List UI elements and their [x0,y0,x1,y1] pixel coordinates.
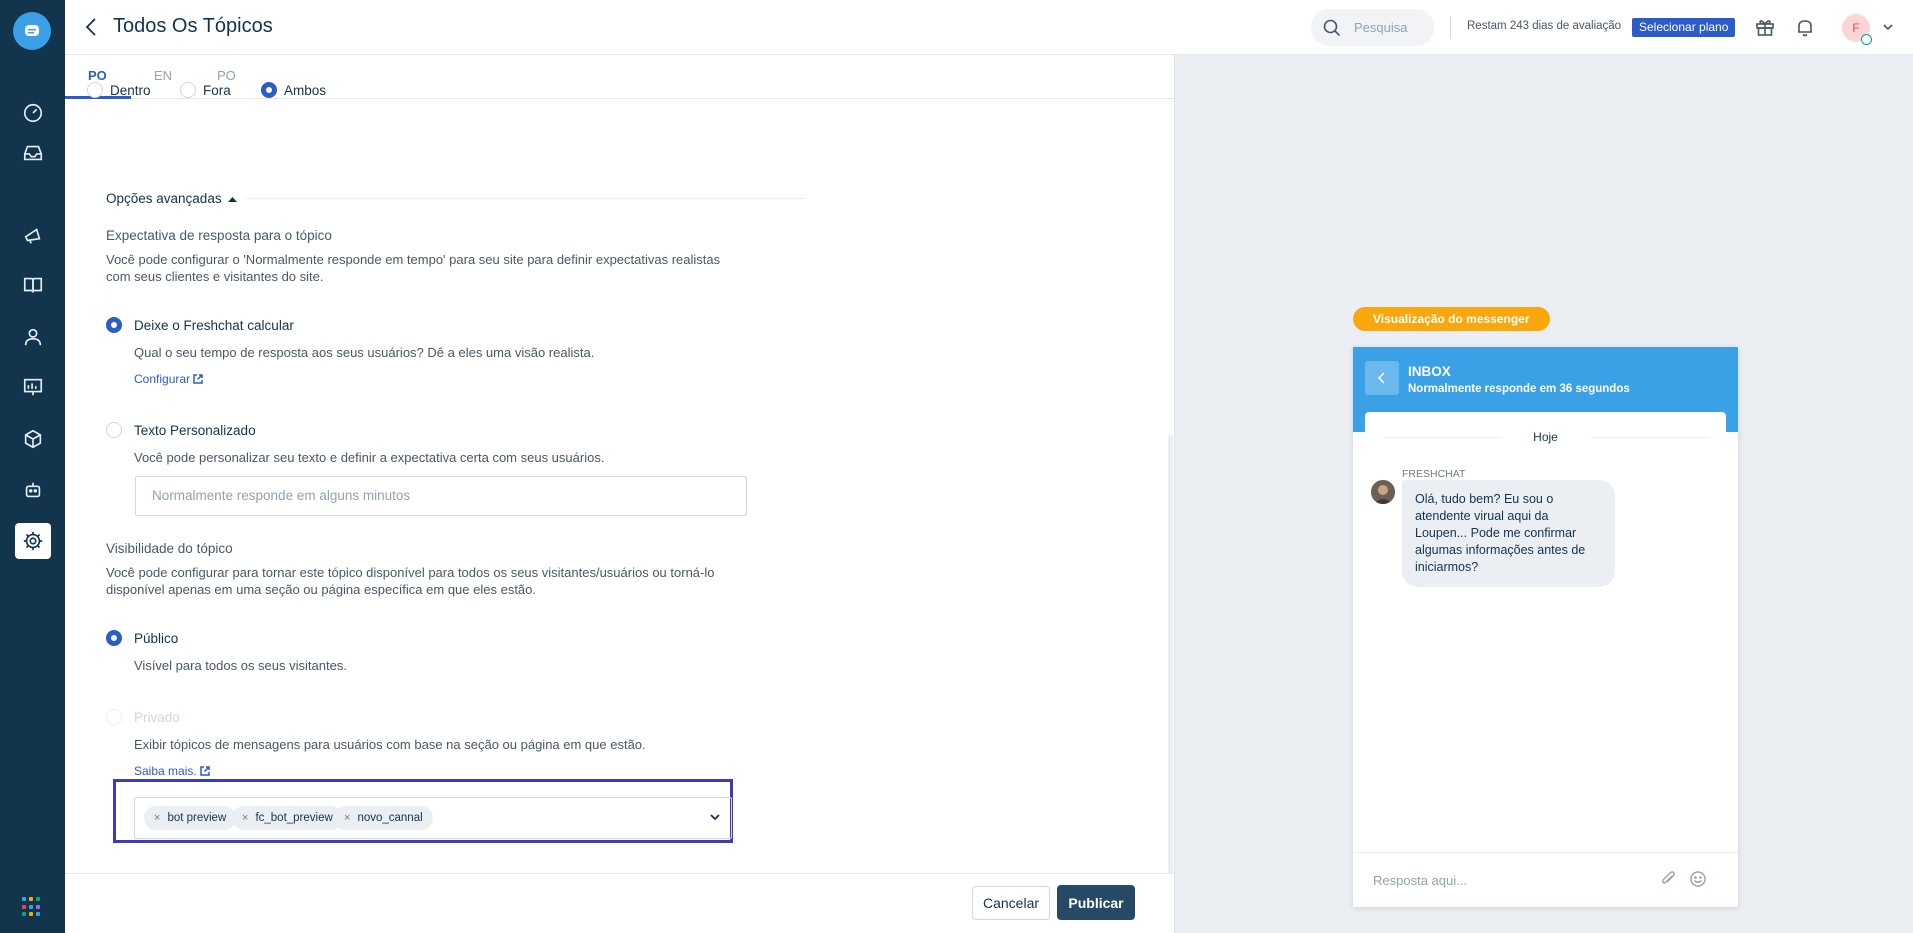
remove-tag-icon[interactable]: × [242,812,248,824]
advanced-options-label: Opções avançadas [106,191,222,206]
publish-button[interactable]: Publicar [1057,885,1135,920]
section-tags-select[interactable]: × bot preview × fc_bot_preview × novo_ca… [134,797,732,839]
advanced-options-toggle[interactable]: Opções avançadas [106,191,238,206]
configure-link-text: Configurar [134,372,191,386]
radio-fora[interactable] [180,82,196,98]
messenger-preview-badge: Visualização do messenger [1353,307,1550,331]
custom-text-label: Texto Personalizado [134,423,256,438]
visibility-heading: Visibilidade do tópico [106,541,233,556]
tab-po-2[interactable]: PO [217,68,236,83]
attachment-paperclip-icon[interactable] [1659,870,1677,888]
contacts-user-icon[interactable] [0,317,65,357]
online-status-icon [1861,34,1872,45]
radio-ambos[interactable] [261,82,277,98]
search-icon [1323,19,1341,36]
custom-text-desc: Você pode personalizar seu texto e defin… [134,450,605,465]
chevron-down-icon[interactable] [709,812,721,822]
learn-more-link[interactable]: Saiba mais. [134,764,210,778]
notifications-bell-icon[interactable] [1794,16,1816,38]
agent-avatar [1371,480,1395,504]
radio-private[interactable] [106,709,122,725]
radio-public[interactable] [106,630,122,646]
private-label: Privado [134,710,180,725]
app-switcher-icon[interactable] [22,897,42,917]
messenger-reply-bar[interactable]: Resposta aqui... [1353,852,1738,907]
integrations-cube-icon[interactable] [0,419,65,459]
radio-dentro[interactable] [87,82,103,98]
top-header: Todos Os Tópicos Pesquisa Restam 243 dia… [65,0,1913,55]
inbox-title: INBOX [1408,364,1451,379]
private-desc: Exibir tópicos de mensagens para usuário… [134,737,646,752]
editor-footer: Cancelar Publicar [65,873,1174,933]
external-link-icon [193,374,203,384]
back-arrow-icon[interactable] [82,15,102,39]
gift-icon[interactable] [1754,16,1776,38]
date-label: Hoje [1533,430,1558,444]
left-nav-rail [0,0,65,933]
freshchat-calculate-desc: Qual o seu tempo de resposta aos seus us… [134,345,595,360]
scrollbar[interactable] [1168,435,1173,925]
cancel-button[interactable]: Cancelar [972,886,1050,920]
agent-name: FRESHCHAT [1402,468,1466,480]
advanced-divider [245,198,805,199]
page-title: Todos Os Tópicos [113,15,273,37]
settings-gear-icon[interactable] [0,521,65,561]
knowledge-base-book-icon[interactable] [0,265,65,305]
header-divider [1450,16,1451,38]
configure-link[interactable]: Configurar [134,372,203,386]
trial-days-text: Restam 243 dias de avaliação [1467,20,1622,32]
tag-label: fc_bot_preview [255,812,333,824]
tag-label: bot preview [167,812,227,824]
remove-tag-icon[interactable]: × [154,812,160,824]
search-box[interactable]: Pesquisa [1311,9,1434,46]
reports-icon[interactable] [0,367,65,407]
tab-en[interactable]: EN [154,68,172,83]
chevron-down-icon[interactable] [1882,22,1894,32]
language-tabs: PO EN PO [65,55,1174,99]
custom-response-input[interactable]: Normalmente responde em alguns minutos [135,476,747,516]
bots-icon[interactable] [0,470,65,510]
caret-up-icon [228,197,238,202]
learn-more-link-text: Saiba mais. [134,764,197,778]
messenger-conversation: Hoje FRESHCHAT Olá, tudo bem? Eu sou o a… [1365,412,1726,848]
radio-fora-label: Fora [203,83,231,98]
external-link-icon [199,766,210,776]
freshchat-calculate-label: Deixe o Freshchat calcular [134,318,294,333]
messenger-widget: INBOX Normalmente responde em 36 segundo… [1353,347,1738,907]
radio-ambos-label: Ambos [284,83,327,98]
public-label: Público [134,631,179,646]
tag-chip: × novo_cannal [334,806,433,830]
topic-editor-panel: PO EN PO Dentro Fora Ambos Opções avança… [65,55,1174,933]
emoji-icon[interactable] [1689,870,1707,888]
search-placeholder: Pesquisa [1354,20,1408,35]
radio-custom-text[interactable] [106,422,122,438]
tag-chip: × bot preview [144,806,237,830]
radio-freshchat-calculate[interactable] [106,317,122,333]
dashboard-icon[interactable] [0,93,65,133]
radio-dentro-label: Dentro [110,83,151,98]
tag-chip: × fc_bot_preview [232,806,343,830]
messenger-preview-panel: Visualização do messenger INBOX Normalme… [1174,55,1913,933]
inbox-icon[interactable] [0,133,65,173]
tab-po[interactable]: PO [88,68,107,83]
public-desc: Visível para todos os seus visitantes. [134,658,347,673]
response-description: Você pode configurar o 'Normalmente resp… [106,252,721,284]
campaigns-megaphone-icon[interactable] [0,215,65,255]
select-plan-button[interactable]: Selecionar plano [1632,18,1736,37]
messenger-back-button[interactable] [1365,361,1399,395]
remove-tag-icon[interactable]: × [344,812,350,824]
inbox-subtitle: Normalmente responde em 36 segundos [1408,383,1630,395]
freshchat-logo-icon[interactable] [13,12,51,50]
chevron-left-icon [1377,372,1385,384]
visibility-description: Você pode configurar para tornar este tó… [106,565,715,597]
reply-placeholder: Resposta aqui... [1373,873,1467,888]
agent-message-bubble: Olá, tudo bem? Eu sou o atendente virual… [1402,480,1615,587]
tag-label: novo_cannal [357,812,423,824]
response-heading: Expectativa de resposta para o tópico [106,228,332,243]
